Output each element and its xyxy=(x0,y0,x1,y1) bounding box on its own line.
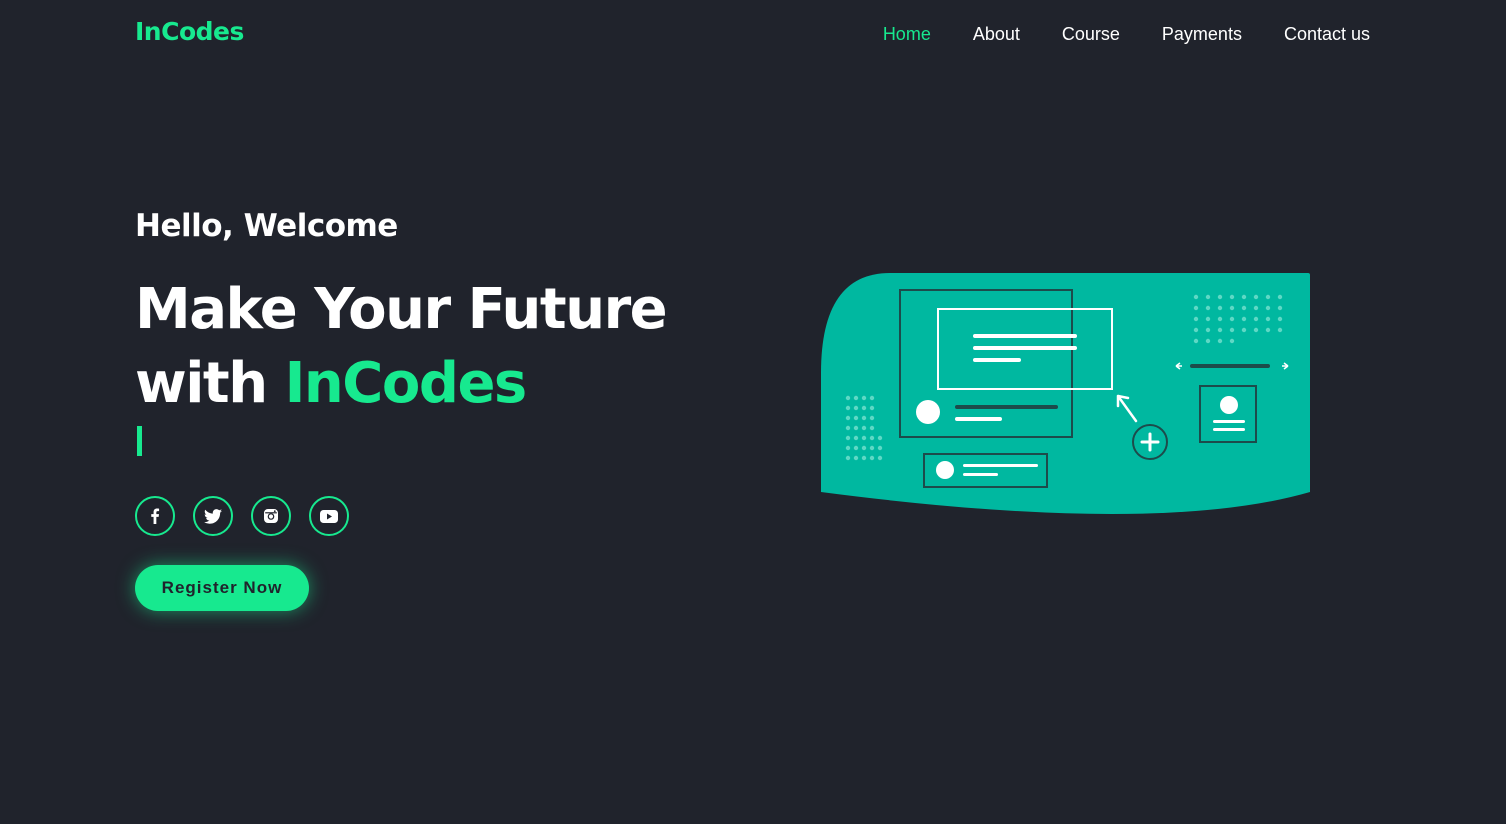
headline-accent: InCodes xyxy=(284,351,528,416)
facebook-icon[interactable] xyxy=(135,496,175,536)
hero-greeting: Hello, Welcome xyxy=(135,208,398,244)
headline-prefix: with xyxy=(135,351,268,416)
typing-caret xyxy=(137,426,142,456)
headline-line-2: with InCodes xyxy=(135,347,666,421)
hero-illustration xyxy=(821,273,1310,514)
nav-item-course[interactable]: Course xyxy=(1062,22,1120,46)
nav-item-home[interactable]: Home xyxy=(883,22,931,46)
nav-item-about[interactable]: About xyxy=(973,22,1020,46)
register-button[interactable]: Register Now xyxy=(135,565,309,611)
headline-line-1: Make Your Future xyxy=(135,277,668,342)
twitter-icon[interactable] xyxy=(193,496,233,536)
brand-logo[interactable]: InCodes xyxy=(135,17,244,46)
hero-headline: Make Your Future with InCodes xyxy=(135,273,668,421)
page: InCodes Home About Course Payments Conta… xyxy=(0,0,1506,824)
social-links xyxy=(135,496,367,536)
nav-item-payments[interactable]: Payments xyxy=(1162,22,1242,46)
instagram-icon[interactable] xyxy=(251,496,291,536)
youtube-icon[interactable] xyxy=(309,496,349,536)
nav-item-contact[interactable]: Contact us xyxy=(1284,22,1370,46)
main-nav: Home About Course Payments Contact us xyxy=(841,22,1370,46)
